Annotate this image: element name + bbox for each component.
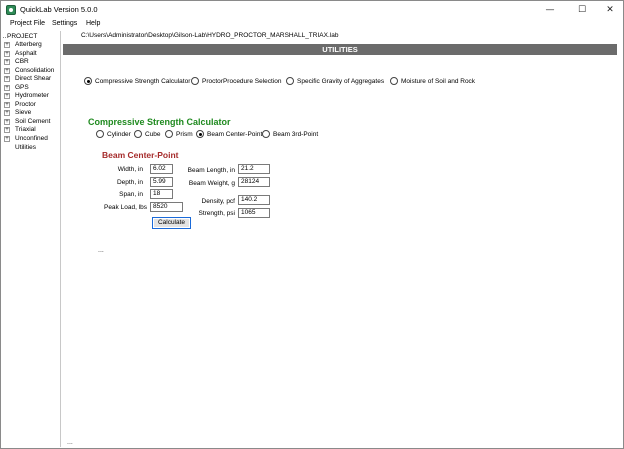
radio-moisture-soil-rock[interactable]: Moisture of Soil and Rock xyxy=(390,77,475,85)
strength-output: 1065 xyxy=(238,208,270,218)
expand-icon[interactable]: + xyxy=(4,101,10,108)
radio-beam-center-point[interactable]: Beam Center-Point xyxy=(196,130,262,138)
beam-weight-input[interactable]: 28124 xyxy=(238,177,270,187)
title-bar: QuickLab Version 5.0.0 — ☐ ✕ xyxy=(1,1,623,19)
menu-bar: Project File Settings Help xyxy=(1,19,623,30)
expand-icon[interactable]: + xyxy=(4,110,10,116)
radio-icon xyxy=(286,77,294,85)
strength-label: Strength, psi xyxy=(198,210,236,217)
expand-icon[interactable]: + xyxy=(4,93,10,99)
utilities-header: UTILITIES xyxy=(63,44,617,55)
tree-root-project[interactable]: PROJECT xyxy=(2,33,37,40)
expand-icon[interactable]: + xyxy=(4,84,10,91)
minimize-button[interactable]: — xyxy=(535,1,565,19)
span-input[interactable]: 18 xyxy=(150,189,173,199)
app-window: QuickLab Version 5.0.0 — ☐ ✕ Project Fil… xyxy=(0,0,624,449)
expand-icon[interactable]: + xyxy=(4,59,10,65)
project-tree: PROJECT + Atterberg + Asphalt + CBR + Co… xyxy=(2,31,61,447)
radio-icon xyxy=(165,130,173,138)
radio-proctor-procedure[interactable]: ProctorProcedure Selection xyxy=(191,77,282,85)
radio-compressive-strength[interactable]: Compressive Strength Calculator xyxy=(84,77,190,85)
density-output: 140.2 xyxy=(238,195,270,205)
menu-settings[interactable]: Settings xyxy=(52,20,77,27)
beam-length-input[interactable]: 21.2 xyxy=(238,164,270,174)
radio-icon xyxy=(262,130,270,138)
status-dots: ... xyxy=(67,439,73,446)
radio-specific-gravity[interactable]: Specific Gravity of Aggregates xyxy=(286,77,384,85)
beam-length-label: Beam Length, in xyxy=(187,167,235,174)
radio-icon xyxy=(191,77,199,85)
radio-cylinder[interactable]: Cylinder xyxy=(96,130,131,138)
width-input[interactable]: 6.02 xyxy=(150,164,173,174)
span-label: Span, in xyxy=(119,191,143,198)
radio-beam-3rd-point[interactable]: Beam 3rd-Point xyxy=(262,130,318,138)
radio-icon xyxy=(96,130,104,138)
depth-input[interactable]: 5.99 xyxy=(150,177,173,187)
radio-icon xyxy=(134,130,142,138)
radio-selected-icon xyxy=(196,130,204,138)
width-label: Width, in xyxy=(117,166,143,173)
close-button[interactable]: ✕ xyxy=(595,1,624,19)
calculator-title: Compressive Strength Calculator xyxy=(88,117,231,127)
calculate-button[interactable]: Calculate xyxy=(152,217,191,229)
beam-section-title: Beam Center-Point xyxy=(102,150,179,160)
expand-icon[interactable]: + xyxy=(4,118,10,125)
radio-cube[interactable]: Cube xyxy=(134,130,161,138)
window-title: QuickLab Version 5.0.0 xyxy=(20,5,98,14)
depth-label: Depth, in xyxy=(116,179,143,186)
maximize-button[interactable]: ☐ xyxy=(567,1,597,19)
app-logo-icon xyxy=(6,5,16,15)
expand-icon[interactable]: + xyxy=(4,135,10,142)
expand-icon[interactable]: + xyxy=(4,127,10,133)
density-label: Density, pcf xyxy=(201,198,235,205)
radio-selected-icon xyxy=(84,77,92,85)
peak-load-input[interactable]: 8520 xyxy=(150,202,183,212)
menu-help[interactable]: Help xyxy=(86,20,100,27)
expand-icon[interactable]: + xyxy=(4,67,10,74)
radio-prism[interactable]: Prism xyxy=(165,130,193,138)
tree-item-utilities[interactable]: Utilities xyxy=(15,144,36,151)
result-dots: ... xyxy=(98,247,104,254)
radio-icon xyxy=(390,77,398,85)
file-path: C:\Users\Administrator\Desktop\Gilson-La… xyxy=(81,32,339,39)
peak-load-label: Peak Load, lbs xyxy=(103,204,147,211)
expand-icon[interactable]: + xyxy=(4,50,10,57)
expand-icon[interactable]: + xyxy=(4,76,10,82)
expand-icon[interactable]: + xyxy=(4,42,10,48)
beam-weight-label: Beam Weight, g xyxy=(188,180,235,187)
menu-project-file[interactable]: Project File xyxy=(10,20,45,27)
